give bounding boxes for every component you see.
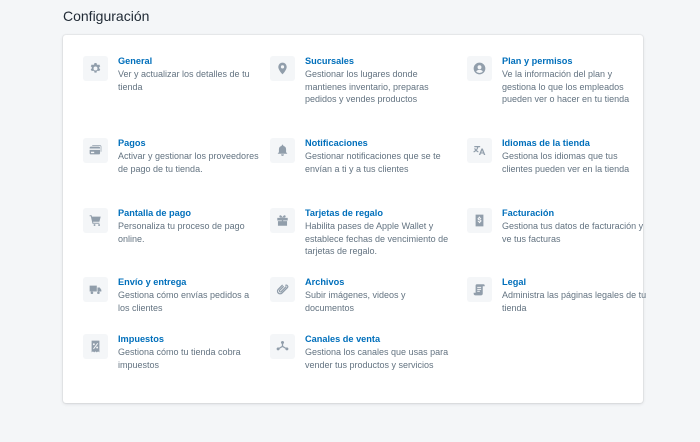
settings-item-description: Ver y actualizar los detalles de tu tien… <box>118 69 250 92</box>
dollar-receipt-icon <box>467 208 492 233</box>
settings-item-canales[interactable]: Canales de venta Gestiona los canales qu… <box>270 333 450 371</box>
settings-item-title: Notificaciones <box>305 138 368 148</box>
location-pin-icon <box>270 56 295 81</box>
settings-item-pagos[interactable]: Pagos Activar y gestionar los proveedore… <box>83 137 263 175</box>
settings-item-title: General <box>118 56 153 66</box>
settings-item-title: Facturación <box>502 208 555 218</box>
settings-item-title: Pagos <box>118 138 146 148</box>
settings-item-pantalla-pago[interactable]: Pantalla de pago Personaliza tu proceso … <box>83 207 263 245</box>
settings-item-title: Idiomas de la tienda <box>502 138 590 148</box>
settings-item-description: Gestiona cómo envías pedidos a los clien… <box>118 290 250 313</box>
settings-item-description: Ve la información del plan y gestiona lo… <box>502 69 630 104</box>
settings-item-description: Gestiona tus datos de facturación y ve t… <box>502 221 644 244</box>
settings-item-description: Personaliza tu proceso de pago online. <box>118 221 245 244</box>
translate-icon <box>467 138 492 163</box>
bell-icon <box>270 138 295 163</box>
settings-item-impuestos[interactable]: Impuestos Gestiona cómo tu tienda cobra … <box>83 333 263 371</box>
settings-item-description: Gestionar notificaciones que se te envía… <box>305 151 441 174</box>
page-title: Configuración <box>63 8 150 24</box>
settings-item-idiomas[interactable]: Idiomas de la tienda Gestiona los idioma… <box>467 137 647 175</box>
settings-item-description: Activar y gestionar los proveedores de p… <box>118 151 259 174</box>
settings-item-description: Gestiona los canales que usas para vende… <box>305 347 449 370</box>
settings-item-title: Legal <box>502 277 526 287</box>
settings-item-description: Subir imágenes, videos y documentos <box>305 290 406 313</box>
settings-item-archivos[interactable]: Archivos Subir imágenes, videos y docume… <box>270 276 450 314</box>
settings-item-title: Impuestos <box>118 334 164 344</box>
settings-item-description: Gestionar los lugares donde mantienes in… <box>305 69 429 104</box>
truck-icon <box>83 277 108 302</box>
settings-item-sucursales[interactable]: Sucursales Gestionar los lugares donde m… <box>270 55 450 106</box>
settings-item-title: Tarjetas de regalo <box>305 208 383 218</box>
settings-item-title: Archivos <box>305 277 345 287</box>
cart-icon <box>83 208 108 233</box>
scroll-icon <box>467 277 492 302</box>
gift-icon <box>270 208 295 233</box>
settings-item-legal[interactable]: Legal Administra las páginas legales de … <box>467 276 647 314</box>
settings-item-title: Sucursales <box>305 56 355 66</box>
settings-item-envio[interactable]: Envío y entrega Gestiona cómo envías ped… <box>83 276 263 314</box>
settings-item-facturacion[interactable]: Facturación Gestiona tus datos de factur… <box>467 207 647 245</box>
settings-item-general[interactable]: General Ver y actualizar los detalles de… <box>83 55 263 93</box>
settings-item-title: Pantalla de pago <box>118 208 192 218</box>
channels-icon <box>270 334 295 359</box>
credit-card-icon <box>83 138 108 163</box>
user-circle-icon <box>467 56 492 81</box>
settings-item-title: Envío y entrega <box>118 277 187 287</box>
settings-card: General Ver y actualizar los detalles de… <box>63 35 646 403</box>
settings-item-description: Habilita pases de Apple Wallet y estable… <box>305 221 449 256</box>
paperclip-icon <box>270 277 295 302</box>
settings-item-tarjetas-regalo[interactable]: Tarjetas de regalo Habilita pases de App… <box>270 207 450 258</box>
settings-item-notificaciones[interactable]: Notificaciones Gestionar notificaciones … <box>270 137 450 175</box>
gear-icon <box>83 56 108 81</box>
settings-item-plan[interactable]: Plan y permisos Ve la información del pl… <box>467 55 647 106</box>
settings-item-description: Gestiona cómo tu tienda cobra impuestos <box>118 347 241 370</box>
settings-item-title: Canales de venta <box>305 334 381 344</box>
settings-item-description: Gestiona los idiomas que tus clientes pu… <box>502 151 630 174</box>
tax-receipt-icon <box>83 334 108 359</box>
settings-item-description: Administra las páginas legales de tu tie… <box>502 290 647 313</box>
settings-item-title: Plan y permisos <box>502 56 573 66</box>
